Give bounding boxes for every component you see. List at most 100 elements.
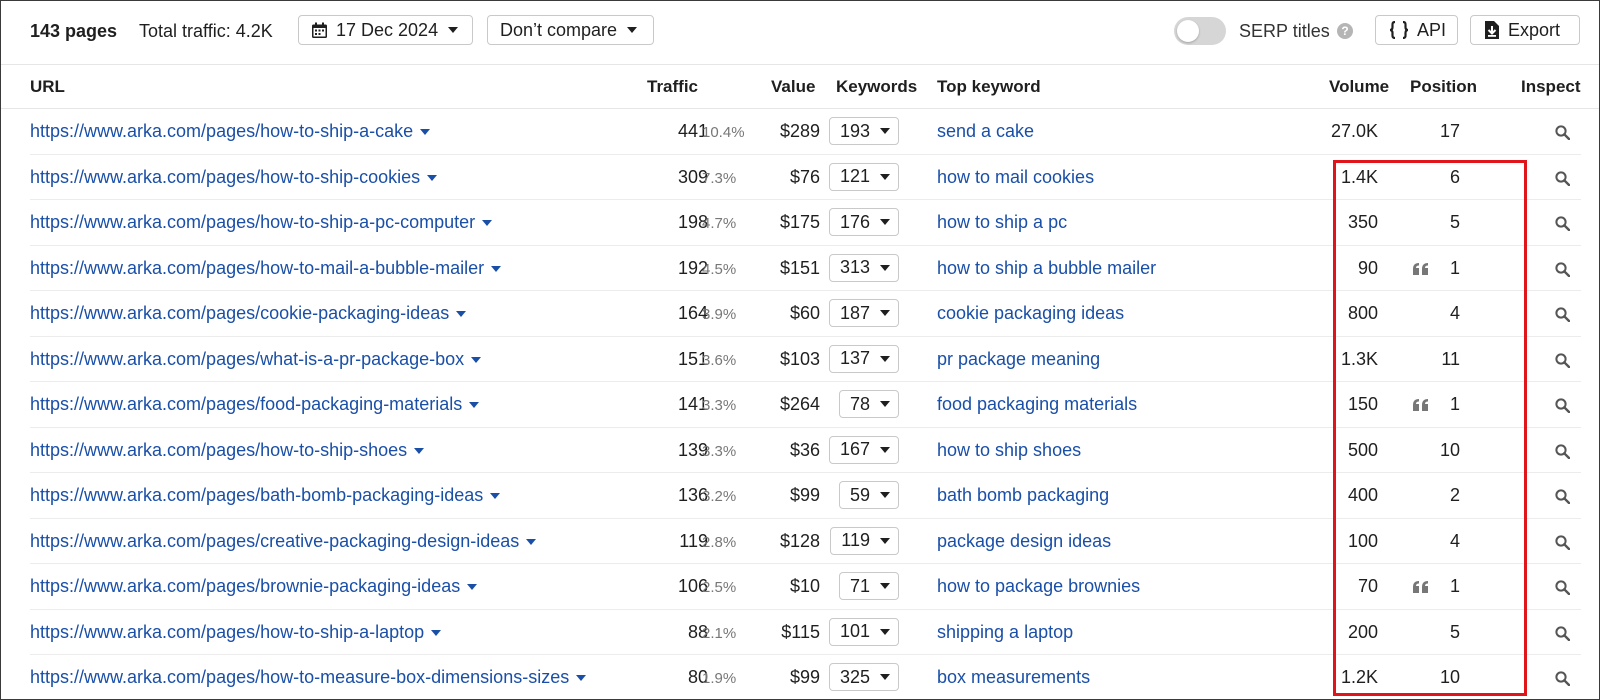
toolbar: 143 pages Total traffic: 4.2K 17 Dec 202… xyxy=(1,1,1599,63)
top-keyword-link[interactable]: how to package brownies xyxy=(937,576,1140,597)
table-body: https://www.arka.com/pages/how-to-ship-a… xyxy=(1,109,1599,699)
url-link[interactable]: https://www.arka.com/pages/bath-bomb-pac… xyxy=(30,485,501,506)
compare-dropdown[interactable]: Don’t compare xyxy=(487,15,654,45)
keywords-dropdown[interactable]: 119 xyxy=(830,526,899,555)
volume-value: 100 xyxy=(1347,530,1378,551)
top-keyword-link[interactable]: cookie packaging ideas xyxy=(937,303,1124,324)
chevron-down-icon[interactable] xyxy=(576,675,587,682)
date-picker-button[interactable]: 17 Dec 2024 xyxy=(298,15,473,45)
column-header-traffic[interactable]: Traffic xyxy=(647,77,698,97)
url-link[interactable]: https://www.arka.com/pages/how-to-mail-a… xyxy=(30,258,502,279)
chevron-down-icon[interactable] xyxy=(456,311,467,318)
top-keyword-link[interactable]: how to ship shoes xyxy=(937,440,1081,461)
top-keyword-link[interactable]: bath bomb packaging xyxy=(937,485,1109,506)
quote-icon xyxy=(1413,578,1429,599)
url-link[interactable]: https://www.arka.com/pages/how-to-ship-a… xyxy=(30,212,493,233)
keywords-count: 78 xyxy=(849,393,870,414)
keywords-dropdown[interactable]: 187 xyxy=(828,299,899,327)
help-icon[interactable]: ? xyxy=(1337,23,1353,39)
search-icon[interactable] xyxy=(1555,443,1571,464)
column-header-top-keyword[interactable]: Top keyword xyxy=(937,77,1041,97)
url-link[interactable]: https://www.arka.com/pages/how-to-ship-s… xyxy=(30,440,425,461)
column-header-value[interactable]: Value xyxy=(771,77,815,97)
column-header-position[interactable]: Position xyxy=(1410,77,1477,97)
chevron-down-icon[interactable] xyxy=(467,584,478,591)
chevron-down-icon[interactable] xyxy=(427,174,438,181)
keywords-dropdown[interactable]: 78 xyxy=(838,390,899,418)
top-keyword-link[interactable]: shipping a laptop xyxy=(937,622,1073,643)
keywords-count: 71 xyxy=(849,575,870,596)
keywords-dropdown[interactable]: 167 xyxy=(828,435,899,464)
chevron-down-icon[interactable] xyxy=(414,447,425,454)
top-keyword-link[interactable]: how to mail cookies xyxy=(937,167,1094,188)
api-button[interactable]: API xyxy=(1375,15,1458,45)
chevron-down-icon xyxy=(880,583,890,589)
search-icon[interactable] xyxy=(1555,306,1571,327)
search-icon[interactable] xyxy=(1555,170,1571,191)
column-header-volume[interactable]: Volume xyxy=(1329,77,1389,97)
traffic-value-usd: $36 xyxy=(789,439,820,460)
search-icon[interactable] xyxy=(1555,579,1571,600)
top-keyword-link[interactable]: food packaging materials xyxy=(937,394,1137,415)
top-keyword-link[interactable]: how to ship a pc xyxy=(937,212,1067,233)
chevron-down-icon[interactable] xyxy=(471,356,482,363)
search-icon[interactable] xyxy=(1555,261,1571,282)
url-link[interactable]: https://www.arka.com/pages/what-is-a-pr-… xyxy=(30,349,482,370)
keywords-dropdown[interactable]: 137 xyxy=(828,344,899,373)
chevron-down-icon[interactable] xyxy=(526,538,537,545)
url-text: https://www.arka.com/pages/how-to-measur… xyxy=(30,667,570,687)
column-header-url[interactable]: URL xyxy=(30,77,65,97)
table-row: https://www.arka.com/pages/how-to-ship-a… xyxy=(30,610,1581,655)
top-keyword-link[interactable]: box measurements xyxy=(937,667,1090,688)
position-value: 11 xyxy=(1441,348,1460,369)
traffic-value-usd: $175 xyxy=(779,212,820,232)
search-icon[interactable] xyxy=(1555,534,1571,555)
chevron-down-icon[interactable] xyxy=(482,220,493,227)
keywords-dropdown[interactable]: 101 xyxy=(828,617,899,646)
top-keyword-link[interactable]: package design ideas xyxy=(937,531,1111,552)
search-icon[interactable] xyxy=(1555,397,1571,418)
chevron-down-icon[interactable] xyxy=(420,129,431,136)
url-link[interactable]: https://www.arka.com/pages/how-to-measur… xyxy=(30,667,587,688)
keywords-dropdown[interactable]: 121 xyxy=(828,162,899,191)
search-icon[interactable] xyxy=(1555,124,1571,145)
search-icon[interactable] xyxy=(1555,352,1571,373)
url-link[interactable]: https://www.arka.com/pages/how-to-ship-a… xyxy=(30,622,442,643)
search-icon[interactable] xyxy=(1555,670,1571,691)
chevron-down-icon[interactable] xyxy=(431,629,442,636)
chevron-down-icon[interactable] xyxy=(469,402,480,409)
chevron-down-icon xyxy=(880,310,890,316)
traffic-value-usd: $10 xyxy=(789,576,820,596)
top-keyword-link[interactable]: send a cake xyxy=(937,121,1034,142)
url-link[interactable]: https://www.arka.com/pages/brownie-packa… xyxy=(30,576,478,597)
search-icon[interactable] xyxy=(1555,488,1571,509)
date-label: 17 Dec 2024 xyxy=(336,19,439,40)
chevron-down-icon[interactable] xyxy=(491,265,502,272)
keywords-dropdown[interactable]: 313 xyxy=(828,253,899,282)
keywords-dropdown[interactable]: 71 xyxy=(838,572,899,600)
search-icon[interactable] xyxy=(1555,215,1571,236)
url-link[interactable]: https://www.arka.com/pages/food-packagin… xyxy=(30,394,480,415)
chevron-down-icon[interactable] xyxy=(490,493,501,500)
volume-value: 27.0K xyxy=(1330,121,1378,141)
column-header-keywords[interactable]: Keywords xyxy=(836,77,917,97)
keywords-dropdown[interactable]: 176 xyxy=(828,208,899,236)
traffic-share: 3.2% xyxy=(702,488,737,505)
url-link[interactable]: https://www.arka.com/pages/how-to-ship-c… xyxy=(30,167,438,188)
url-link[interactable]: https://www.arka.com/pages/cookie-packag… xyxy=(30,303,467,324)
top-keyword-link[interactable]: pr package meaning xyxy=(937,349,1100,370)
traffic-share: 3.3% xyxy=(702,442,737,460)
search-icon[interactable] xyxy=(1555,625,1571,646)
url-link[interactable]: https://www.arka.com/pages/how-to-ship-a… xyxy=(30,121,431,142)
export-button[interactable]: Export xyxy=(1470,15,1580,45)
keywords-dropdown[interactable]: 59 xyxy=(838,481,899,509)
keywords-dropdown[interactable]: 325 xyxy=(828,663,899,691)
keywords-dropdown[interactable]: 193 xyxy=(828,117,899,145)
export-label: Export xyxy=(1508,19,1561,40)
volume-value: 350 xyxy=(1347,212,1378,232)
url-link[interactable]: https://www.arka.com/pages/creative-pack… xyxy=(30,531,537,552)
chevron-down-icon xyxy=(448,27,459,33)
serp-titles-toggle[interactable] xyxy=(1174,17,1226,45)
top-keyword-link[interactable]: how to ship a bubble mailer xyxy=(937,258,1156,279)
url-text: https://www.arka.com/pages/cookie-packag… xyxy=(30,303,450,323)
